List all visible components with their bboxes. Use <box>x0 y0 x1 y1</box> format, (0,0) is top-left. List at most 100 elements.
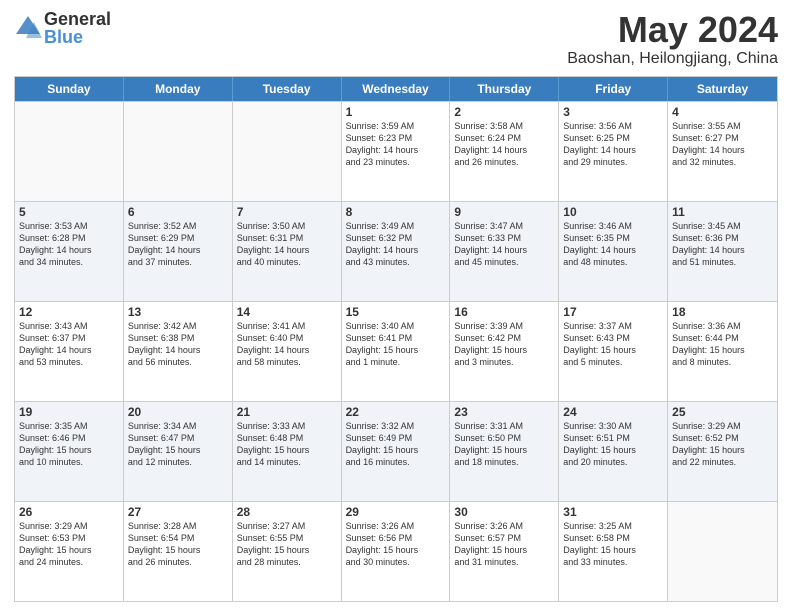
day-number: 20 <box>128 405 228 419</box>
calendar-cell-w1-d3 <box>233 102 342 201</box>
day-number: 9 <box>454 205 554 219</box>
day-info: Sunrise: 3:55 AM Sunset: 6:27 PM Dayligh… <box>672 120 773 169</box>
calendar-cell-w4-d7: 25Sunrise: 3:29 AM Sunset: 6:52 PM Dayli… <box>668 402 777 501</box>
logo: General Blue <box>14 10 111 46</box>
day-number: 30 <box>454 505 554 519</box>
day-header-thursday: Thursday <box>450 77 559 101</box>
calendar-cell-w3-d1: 12Sunrise: 3:43 AM Sunset: 6:37 PM Dayli… <box>15 302 124 401</box>
day-number: 26 <box>19 505 119 519</box>
day-number: 22 <box>346 405 446 419</box>
calendar-header: SundayMondayTuesdayWednesdayThursdayFrid… <box>15 77 777 101</box>
day-number: 23 <box>454 405 554 419</box>
calendar-cell-w4-d5: 23Sunrise: 3:31 AM Sunset: 6:50 PM Dayli… <box>450 402 559 501</box>
day-number: 14 <box>237 305 337 319</box>
day-info: Sunrise: 3:42 AM Sunset: 6:38 PM Dayligh… <box>128 320 228 369</box>
day-number: 24 <box>563 405 663 419</box>
day-info: Sunrise: 3:29 AM Sunset: 6:53 PM Dayligh… <box>19 520 119 569</box>
calendar-week-1: 1Sunrise: 3:59 AM Sunset: 6:23 PM Daylig… <box>15 101 777 201</box>
header: General Blue May 2024 Baoshan, Heilongji… <box>14 10 778 68</box>
day-number: 8 <box>346 205 446 219</box>
calendar-cell-w2-d7: 11Sunrise: 3:45 AM Sunset: 6:36 PM Dayli… <box>668 202 777 301</box>
day-number: 27 <box>128 505 228 519</box>
calendar-cell-w1-d7: 4Sunrise: 3:55 AM Sunset: 6:27 PM Daylig… <box>668 102 777 201</box>
day-number: 4 <box>672 105 773 119</box>
day-info: Sunrise: 3:47 AM Sunset: 6:33 PM Dayligh… <box>454 220 554 269</box>
day-info: Sunrise: 3:56 AM Sunset: 6:25 PM Dayligh… <box>563 120 663 169</box>
calendar-cell-w5-d1: 26Sunrise: 3:29 AM Sunset: 6:53 PM Dayli… <box>15 502 124 601</box>
page: General Blue May 2024 Baoshan, Heilongji… <box>0 0 792 612</box>
day-number: 25 <box>672 405 773 419</box>
day-info: Sunrise: 3:50 AM Sunset: 6:31 PM Dayligh… <box>237 220 337 269</box>
logo-icon <box>14 14 42 42</box>
calendar-cell-w3-d7: 18Sunrise: 3:36 AM Sunset: 6:44 PM Dayli… <box>668 302 777 401</box>
day-number: 6 <box>128 205 228 219</box>
day-number: 17 <box>563 305 663 319</box>
day-header-monday: Monday <box>124 77 233 101</box>
month-title: May 2024 <box>567 10 778 50</box>
day-number: 15 <box>346 305 446 319</box>
day-info: Sunrise: 3:46 AM Sunset: 6:35 PM Dayligh… <box>563 220 663 269</box>
calendar-cell-w1-d5: 2Sunrise: 3:58 AM Sunset: 6:24 PM Daylig… <box>450 102 559 201</box>
day-number: 19 <box>19 405 119 419</box>
calendar-cell-w2-d1: 5Sunrise: 3:53 AM Sunset: 6:28 PM Daylig… <box>15 202 124 301</box>
calendar-cell-w2-d4: 8Sunrise: 3:49 AM Sunset: 6:32 PM Daylig… <box>342 202 451 301</box>
day-number: 7 <box>237 205 337 219</box>
day-number: 12 <box>19 305 119 319</box>
calendar-cell-w1-d6: 3Sunrise: 3:56 AM Sunset: 6:25 PM Daylig… <box>559 102 668 201</box>
day-header-saturday: Saturday <box>668 77 777 101</box>
day-number: 5 <box>19 205 119 219</box>
calendar-cell-w5-d3: 28Sunrise: 3:27 AM Sunset: 6:55 PM Dayli… <box>233 502 342 601</box>
day-info: Sunrise: 3:25 AM Sunset: 6:58 PM Dayligh… <box>563 520 663 569</box>
day-info: Sunrise: 3:58 AM Sunset: 6:24 PM Dayligh… <box>454 120 554 169</box>
day-info: Sunrise: 3:32 AM Sunset: 6:49 PM Dayligh… <box>346 420 446 469</box>
calendar-cell-w2-d5: 9Sunrise: 3:47 AM Sunset: 6:33 PM Daylig… <box>450 202 559 301</box>
calendar-week-5: 26Sunrise: 3:29 AM Sunset: 6:53 PM Dayli… <box>15 501 777 601</box>
day-info: Sunrise: 3:31 AM Sunset: 6:50 PM Dayligh… <box>454 420 554 469</box>
calendar-cell-w3-d5: 16Sunrise: 3:39 AM Sunset: 6:42 PM Dayli… <box>450 302 559 401</box>
calendar-cell-w4-d4: 22Sunrise: 3:32 AM Sunset: 6:49 PM Dayli… <box>342 402 451 501</box>
day-info: Sunrise: 3:41 AM Sunset: 6:40 PM Dayligh… <box>237 320 337 369</box>
day-number: 18 <box>672 305 773 319</box>
calendar-week-2: 5Sunrise: 3:53 AM Sunset: 6:28 PM Daylig… <box>15 201 777 301</box>
day-info: Sunrise: 3:59 AM Sunset: 6:23 PM Dayligh… <box>346 120 446 169</box>
day-info: Sunrise: 3:26 AM Sunset: 6:57 PM Dayligh… <box>454 520 554 569</box>
day-header-friday: Friday <box>559 77 668 101</box>
calendar-cell-w1-d4: 1Sunrise: 3:59 AM Sunset: 6:23 PM Daylig… <box>342 102 451 201</box>
location-title: Baoshan, Heilongjiang, China <box>567 50 778 68</box>
day-info: Sunrise: 3:34 AM Sunset: 6:47 PM Dayligh… <box>128 420 228 469</box>
day-info: Sunrise: 3:40 AM Sunset: 6:41 PM Dayligh… <box>346 320 446 369</box>
calendar-cell-w5-d2: 27Sunrise: 3:28 AM Sunset: 6:54 PM Dayli… <box>124 502 233 601</box>
calendar-cell-w5-d7 <box>668 502 777 601</box>
calendar-cell-w2-d3: 7Sunrise: 3:50 AM Sunset: 6:31 PM Daylig… <box>233 202 342 301</box>
calendar-cell-w5-d4: 29Sunrise: 3:26 AM Sunset: 6:56 PM Dayli… <box>342 502 451 601</box>
day-number: 16 <box>454 305 554 319</box>
day-number: 29 <box>346 505 446 519</box>
calendar-week-4: 19Sunrise: 3:35 AM Sunset: 6:46 PM Dayli… <box>15 401 777 501</box>
logo-blue-text: Blue <box>44 28 111 46</box>
calendar-cell-w5-d5: 30Sunrise: 3:26 AM Sunset: 6:57 PM Dayli… <box>450 502 559 601</box>
day-info: Sunrise: 3:27 AM Sunset: 6:55 PM Dayligh… <box>237 520 337 569</box>
calendar-cell-w4-d3: 21Sunrise: 3:33 AM Sunset: 6:48 PM Dayli… <box>233 402 342 501</box>
calendar: SundayMondayTuesdayWednesdayThursdayFrid… <box>14 76 778 602</box>
day-info: Sunrise: 3:26 AM Sunset: 6:56 PM Dayligh… <box>346 520 446 569</box>
calendar-cell-w3-d6: 17Sunrise: 3:37 AM Sunset: 6:43 PM Dayli… <box>559 302 668 401</box>
day-number: 11 <box>672 205 773 219</box>
day-info: Sunrise: 3:49 AM Sunset: 6:32 PM Dayligh… <box>346 220 446 269</box>
day-info: Sunrise: 3:30 AM Sunset: 6:51 PM Dayligh… <box>563 420 663 469</box>
calendar-cell-w2-d6: 10Sunrise: 3:46 AM Sunset: 6:35 PM Dayli… <box>559 202 668 301</box>
day-info: Sunrise: 3:53 AM Sunset: 6:28 PM Dayligh… <box>19 220 119 269</box>
logo-general-text: General <box>44 10 111 28</box>
calendar-cell-w4-d1: 19Sunrise: 3:35 AM Sunset: 6:46 PM Dayli… <box>15 402 124 501</box>
day-info: Sunrise: 3:33 AM Sunset: 6:48 PM Dayligh… <box>237 420 337 469</box>
day-number: 13 <box>128 305 228 319</box>
day-info: Sunrise: 3:52 AM Sunset: 6:29 PM Dayligh… <box>128 220 228 269</box>
day-info: Sunrise: 3:35 AM Sunset: 6:46 PM Dayligh… <box>19 420 119 469</box>
day-number: 2 <box>454 105 554 119</box>
calendar-cell-w3-d2: 13Sunrise: 3:42 AM Sunset: 6:38 PM Dayli… <box>124 302 233 401</box>
calendar-cell-w2-d2: 6Sunrise: 3:52 AM Sunset: 6:29 PM Daylig… <box>124 202 233 301</box>
calendar-cell-w4-d6: 24Sunrise: 3:30 AM Sunset: 6:51 PM Dayli… <box>559 402 668 501</box>
calendar-cell-w3-d4: 15Sunrise: 3:40 AM Sunset: 6:41 PM Dayli… <box>342 302 451 401</box>
day-info: Sunrise: 3:29 AM Sunset: 6:52 PM Dayligh… <box>672 420 773 469</box>
calendar-body: 1Sunrise: 3:59 AM Sunset: 6:23 PM Daylig… <box>15 101 777 601</box>
day-header-sunday: Sunday <box>15 77 124 101</box>
